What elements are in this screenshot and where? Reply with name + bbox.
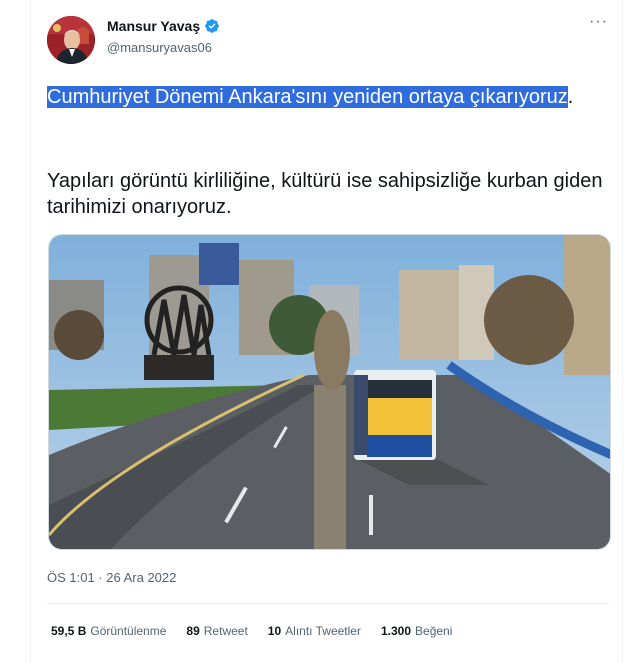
- author-handle[interactable]: @mansuryavas06: [107, 40, 212, 55]
- tweet-photo[interactable]: [48, 234, 611, 550]
- views-stat: 59,5 B Görüntülenme: [51, 624, 166, 638]
- likes-stat[interactable]: 1.300 Beğeni: [381, 624, 452, 638]
- tweet-text-body: Yapıları görüntü kirliliğine, kültürü is…: [47, 170, 603, 218]
- divider: [47, 603, 610, 604]
- views-count: 59,5 B: [51, 624, 87, 638]
- retweets-stat[interactable]: 89 Retweet: [186, 624, 247, 638]
- verified-badge-icon: [205, 19, 219, 33]
- retweets-label: Retweet: [203, 624, 248, 638]
- tweet-text-highlighted: Cumhuriyet Dönemi Ankara'sını yeniden or…: [47, 84, 587, 110]
- avatar[interactable]: [47, 16, 95, 64]
- likes-label: Beğeni: [415, 624, 453, 638]
- quotes-label: Alıntı Tweetler: [285, 624, 361, 638]
- likes-count: 1.300: [380, 624, 412, 638]
- author-name[interactable]: Mansur Yavaş: [107, 18, 200, 34]
- views-label: Görüntülenme: [90, 624, 167, 638]
- quotes-count: 10: [267, 624, 282, 638]
- retweets-count: 89: [186, 624, 200, 638]
- highlighted-text: Cumhuriyet Dönemi Ankara'sını yeniden or…: [47, 86, 568, 108]
- more-options-button[interactable]: ···: [589, 14, 608, 30]
- tweet-timestamp[interactable]: ÖS 1:01 · 26 Ara 2022: [47, 570, 176, 585]
- highlight-suffix: .: [567, 86, 574, 108]
- quotes-stat[interactable]: 10 Alıntı Tweetler: [268, 624, 361, 638]
- tweet-card: Mansur Yavaş @mansuryavas06 ··· Cumhuriy…: [30, 0, 623, 663]
- tweet-stats: 59,5 B Görüntülenme 89 Retweet 10 Alıntı Tw…: [51, 624, 452, 638]
